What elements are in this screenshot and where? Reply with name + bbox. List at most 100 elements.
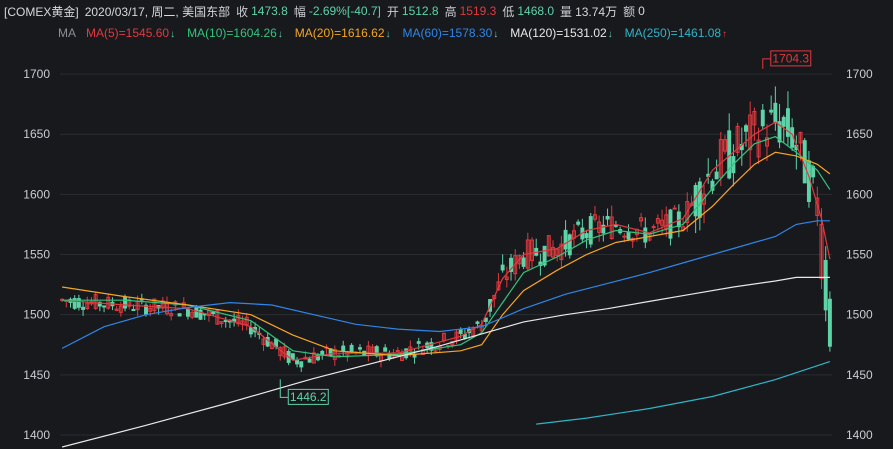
annotation-leader [279,379,289,398]
volume-value: 13.74万 [575,4,618,19]
candle-body [123,296,128,309]
change-pct: -2.69% [308,4,347,18]
candle-body [626,231,631,240]
ma-legend-item: MA(20)=1616.62↓ [295,26,391,40]
candle-body [697,181,702,218]
candle-body [211,311,216,315]
candle-body [383,347,388,352]
ma-legend-item: MA(5)=1545.60↓ [86,26,175,40]
y-tick-label-right: 1550 [846,248,873,262]
low-value: 1468.0 [517,4,555,18]
volume-label: 量 [560,4,573,19]
y-tick-label-left: 1600 [23,187,50,201]
candle-body [290,353,295,360]
y-tick-label-right: 1650 [846,127,873,141]
candle-body [769,109,774,113]
arrow-down-icon: ↓ [277,29,283,40]
ma-legend-label: MA(250)=1461.08 [624,26,722,40]
ma-legend-item: MA(250)=1461.08↑ [625,26,727,40]
arrow-down-icon: ↓ [170,29,176,40]
candle-body [475,321,480,324]
ma-line [61,220,830,349]
candle-body [672,207,677,210]
y-tick-label-right: 1400 [846,428,873,442]
candle-body [613,224,618,227]
y-tick-label-left: 1650 [23,127,50,141]
candle-body [643,227,648,243]
candle-body [760,109,765,127]
candle-body [823,260,828,311]
close-value: 1473.8 [251,4,288,18]
annotation-label: 1446.2 [290,390,327,404]
close-label: 收 [236,4,249,19]
candlestick-chart[interactable]: 1400 1400 1450 1450 1500 1500 1550 1550 1600 1600… [0,44,893,449]
candle-body [827,298,832,347]
ma-line [536,361,831,425]
ma-legend: MA MA(5)=1545.60↓ MA(10)=1604.26↓ MA(20)=1… [0,23,893,43]
y-tick-label-left: 1700 [23,67,50,81]
quote-header: [COMEX黄金] 2020/03/17, 周二, 美国东部 收 1473.8 … [0,0,893,22]
ma-legend-item: MA(60)=1578.30↓ [403,26,499,40]
ma-legend-item: MA(120)=1531.02↓ [510,26,612,40]
ma-legend-label: MA(60)=1578.30 [402,26,493,40]
ma-line [62,121,831,362]
candle-body [584,233,589,239]
candle-body [223,320,228,323]
high-value: 1519.3 [459,4,497,18]
open-label: 开 [386,4,399,19]
candle-body [299,361,304,368]
candle-body [102,305,107,308]
candle-body [341,345,346,352]
candle-body [177,313,182,317]
change-label: 幅 [293,4,306,19]
y-tick-label-left: 1450 [23,368,50,382]
change-abs: [-40.7] [346,4,381,18]
y-tick-label-right: 1600 [846,187,873,201]
candle-body [131,309,136,312]
annotation-label: 1704.3 [772,51,809,65]
candle-body [605,215,610,220]
y-tick-label-right: 1500 [846,308,873,322]
ma-legend-label: MA(5)=1545.60 [86,26,170,40]
candle-body [744,125,748,132]
candle-body [416,341,421,344]
candle-body [358,347,362,350]
candle-body [349,344,354,352]
candle-body [567,234,572,256]
candle-body [563,229,568,250]
low-label: 低 [502,4,515,19]
ma-legend-item: MA(10)=1604.26↓ [187,26,283,40]
amount-value: 0 [638,4,645,18]
candle-body [622,235,627,238]
ma-legend-label: MA(20)=1616.62 [294,26,385,40]
high-label: 高 [444,4,457,19]
ma-tag[interactable]: MA [58,26,76,40]
y-tick-label-left: 1550 [23,248,50,262]
arrow-down-icon: ↓ [493,29,499,40]
y-tick-label-left: 1400 [23,428,50,442]
annotation-leader [762,58,771,69]
candle-body [185,308,190,317]
symbol-label[interactable]: [COMEX黄金] [4,3,79,20]
y-tick-label-right: 1450 [846,368,873,382]
ma-legend-label: MA(10)=1604.26 [187,26,277,40]
candle-body [576,221,581,225]
arrow-down-icon: ↓ [607,29,613,40]
candle-body [248,327,253,335]
candle-body [295,359,300,365]
datetime-label: 2020/03/17, 周二, 美国东部 [84,4,231,19]
ma-legend-label: MA(120)=1531.02 [510,26,607,40]
arrow-up-icon: ↑ [722,29,728,40]
y-tick-label-right: 1700 [846,67,873,81]
amount-label: 额 [623,4,636,19]
candle-body [521,257,526,267]
open-value: 1512.8 [401,4,439,18]
candle-body [714,171,719,180]
candle-body [500,264,505,271]
candle-body [781,116,786,127]
candle-body [458,329,463,334]
candle-body [307,358,312,363]
candle-body [773,102,778,123]
arrow-down-icon: ↓ [385,29,391,40]
y-tick-label-left: 1500 [23,308,50,322]
